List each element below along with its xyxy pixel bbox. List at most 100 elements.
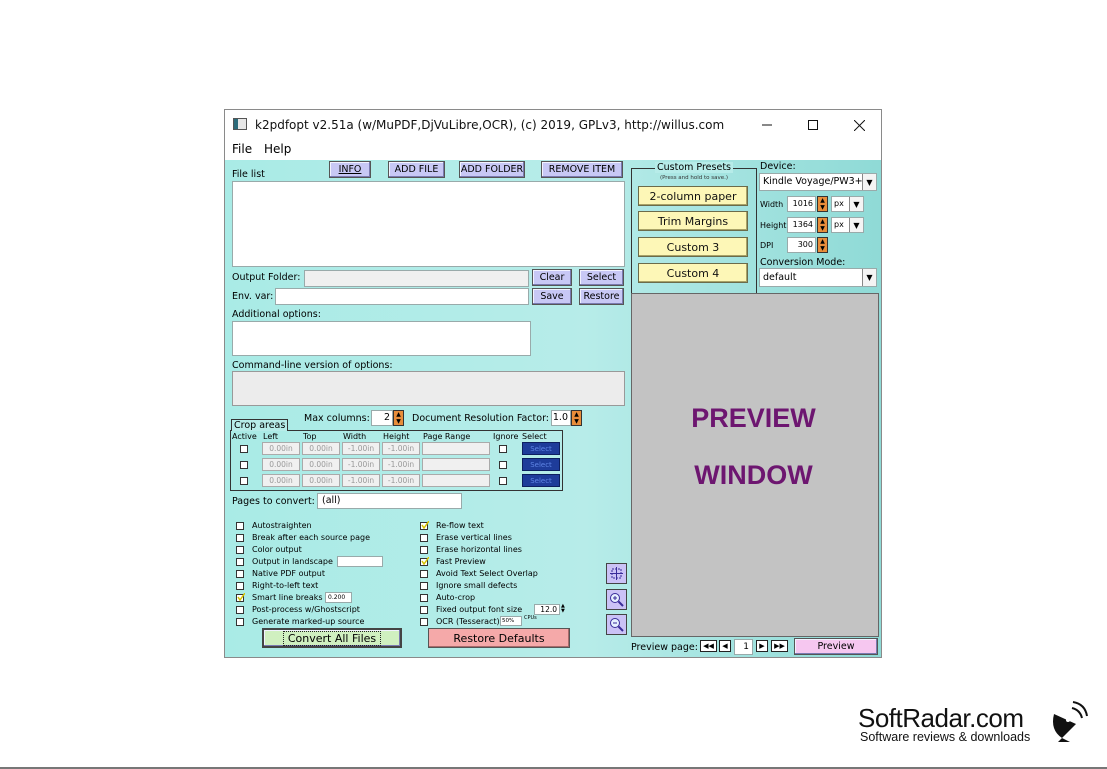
next-page-icon[interactable]: ▶ bbox=[756, 640, 768, 652]
crop-top-input[interactable]: 0.00in bbox=[302, 442, 340, 455]
ocr-input[interactable]: 50% bbox=[500, 616, 522, 626]
option-erase-vertical[interactable]: Erase vertical lines bbox=[420, 532, 590, 544]
font-size-input[interactable]: 12.0 bbox=[534, 604, 560, 615]
minimize-icon[interactable] bbox=[744, 110, 790, 140]
checkbox[interactable] bbox=[236, 606, 244, 614]
crop-left-input[interactable]: 0.00in bbox=[262, 474, 300, 487]
crop-height-input[interactable]: -1.00in bbox=[382, 474, 420, 487]
doc-res-spinner[interactable]: ▲ ▼ bbox=[571, 410, 582, 426]
preview-page-input[interactable]: 1 bbox=[734, 639, 753, 655]
max-columns-spinner[interactable]: ▲ ▼ bbox=[393, 410, 404, 426]
crop-page-range-input[interactable] bbox=[422, 442, 490, 455]
option-landscape[interactable]: Output in landscape bbox=[236, 556, 416, 568]
crop-select-button[interactable]: Select bbox=[522, 442, 560, 455]
dpi-spinner[interactable]: ▲ ▼ bbox=[817, 237, 828, 253]
checkbox[interactable] bbox=[420, 570, 428, 578]
output-folder-input[interactable] bbox=[304, 270, 529, 287]
option-ignore-defects[interactable]: Ignore small defects bbox=[420, 580, 590, 592]
crop-active-checkbox[interactable] bbox=[240, 461, 248, 469]
checkbox[interactable] bbox=[420, 546, 428, 554]
checkbox[interactable] bbox=[236, 558, 244, 566]
env-var-input[interactable] bbox=[275, 288, 529, 305]
checkbox[interactable] bbox=[236, 618, 244, 626]
checkbox[interactable] bbox=[420, 534, 428, 542]
doc-res-input[interactable]: 1.0 bbox=[551, 410, 571, 426]
crop-width-input[interactable]: -1.00in bbox=[342, 458, 380, 471]
zoom-out-icon[interactable] bbox=[606, 614, 627, 635]
checkbox[interactable] bbox=[236, 546, 244, 554]
preset-trim-margins[interactable]: Trim Margins bbox=[638, 211, 748, 231]
preset-custom-4[interactable]: Custom 4 bbox=[638, 263, 748, 283]
option-smart-line-breaks[interactable]: Smart line breaks 0.200 bbox=[236, 592, 416, 604]
height-spinner[interactable]: ▲ ▼ bbox=[817, 217, 828, 233]
crop-active-checkbox[interactable] bbox=[240, 477, 248, 485]
crop-width-input[interactable]: -1.00in bbox=[342, 474, 380, 487]
width-spinner[interactable]: ▲ ▼ bbox=[817, 196, 828, 212]
prev-page-icon[interactable]: ◀ bbox=[719, 640, 731, 652]
option-autostraighten[interactable]: Autostraighten bbox=[236, 520, 416, 532]
dpi-input[interactable]: 300 bbox=[787, 237, 816, 253]
remove-item-button[interactable]: REMOVE ITEM bbox=[541, 161, 623, 178]
option-reflow-text[interactable]: Re-flow text bbox=[420, 520, 590, 532]
close-icon[interactable] bbox=[836, 110, 882, 140]
width-input[interactable]: 1016 bbox=[787, 196, 816, 212]
conversion-mode-select[interactable]: default ▼ bbox=[759, 268, 877, 287]
crop-left-input[interactable]: 0.00in bbox=[262, 442, 300, 455]
zoom-in-icon[interactable] bbox=[606, 589, 627, 610]
restore-defaults-button[interactable]: Restore Defaults bbox=[428, 628, 570, 648]
option-break-after-page[interactable]: Break after each source page bbox=[236, 532, 416, 544]
checkbox[interactable] bbox=[420, 618, 428, 626]
crop-select-button[interactable]: Select bbox=[522, 474, 560, 487]
option-erase-horizontal[interactable]: Erase horizontal lines bbox=[420, 544, 590, 556]
option-fast-preview[interactable]: Fast Preview bbox=[420, 556, 590, 568]
crop-ignore-checkbox[interactable] bbox=[499, 445, 507, 453]
preset-2-column-paper[interactable]: 2-column paper bbox=[638, 186, 748, 206]
crop-page-range-input[interactable] bbox=[422, 458, 490, 471]
save-button[interactable]: Save bbox=[532, 288, 572, 305]
convert-all-button[interactable]: Convert All Files bbox=[262, 628, 402, 648]
device-select[interactable]: Kindle Voyage/PW3+ ▼ bbox=[759, 173, 877, 191]
fit-view-icon[interactable] bbox=[606, 563, 627, 584]
crop-left-input[interactable]: 0.00in bbox=[262, 458, 300, 471]
file-list[interactable] bbox=[232, 181, 625, 267]
add-folder-button[interactable]: ADD FOLDER bbox=[459, 161, 525, 178]
option-avoid-overlap[interactable]: Avoid Text Select Overlap bbox=[420, 568, 590, 580]
max-columns-input[interactable]: 2 bbox=[371, 410, 393, 426]
info-button[interactable]: INFO bbox=[329, 161, 371, 178]
landscape-input[interactable] bbox=[337, 556, 383, 567]
pages-input[interactable]: (all) bbox=[317, 493, 462, 509]
width-unit-select[interactable]: px ▼ bbox=[831, 196, 864, 212]
last-page-icon[interactable]: ▶▶ bbox=[771, 640, 788, 652]
checkbox[interactable] bbox=[236, 534, 244, 542]
option-right-to-left[interactable]: Right-to-left text bbox=[236, 580, 416, 592]
checkbox[interactable] bbox=[236, 522, 244, 530]
font-size-spinner[interactable]: ▲ ▼ bbox=[561, 604, 566, 615]
checkbox-checked[interactable] bbox=[420, 521, 429, 530]
select-folder-button[interactable]: Select bbox=[579, 269, 624, 286]
checkbox[interactable] bbox=[420, 594, 428, 602]
clear-button[interactable]: Clear bbox=[532, 269, 572, 286]
crop-select-button[interactable]: Select bbox=[522, 458, 560, 471]
option-ocr[interactable]: OCR (Tesseract) 50% CPUs bbox=[420, 615, 590, 628]
smart-line-breaks-input[interactable]: 0.200 bbox=[325, 592, 352, 603]
additional-options-input[interactable] bbox=[232, 321, 531, 356]
checkbox[interactable] bbox=[420, 582, 428, 590]
crop-active-checkbox[interactable] bbox=[240, 445, 248, 453]
restore-button[interactable]: Restore bbox=[579, 288, 624, 305]
crop-height-input[interactable]: -1.00in bbox=[382, 458, 420, 471]
height-input[interactable]: 1364 bbox=[787, 217, 816, 233]
first-page-icon[interactable]: ◀◀ bbox=[700, 640, 717, 652]
crop-page-range-input[interactable] bbox=[422, 474, 490, 487]
menu-file[interactable]: File bbox=[232, 142, 252, 156]
add-file-button[interactable]: ADD FILE bbox=[388, 161, 445, 178]
checkbox[interactable] bbox=[420, 606, 428, 614]
checkbox[interactable] bbox=[236, 582, 244, 590]
height-unit-select[interactable]: px ▼ bbox=[831, 217, 864, 233]
checkbox[interactable] bbox=[236, 570, 244, 578]
preview-button[interactable]: Preview bbox=[794, 638, 878, 655]
checkbox-checked[interactable] bbox=[236, 593, 245, 602]
maximize-icon[interactable] bbox=[790, 110, 836, 140]
crop-height-input[interactable]: -1.00in bbox=[382, 442, 420, 455]
crop-ignore-checkbox[interactable] bbox=[499, 461, 507, 469]
option-native-pdf[interactable]: Native PDF output bbox=[236, 568, 416, 580]
